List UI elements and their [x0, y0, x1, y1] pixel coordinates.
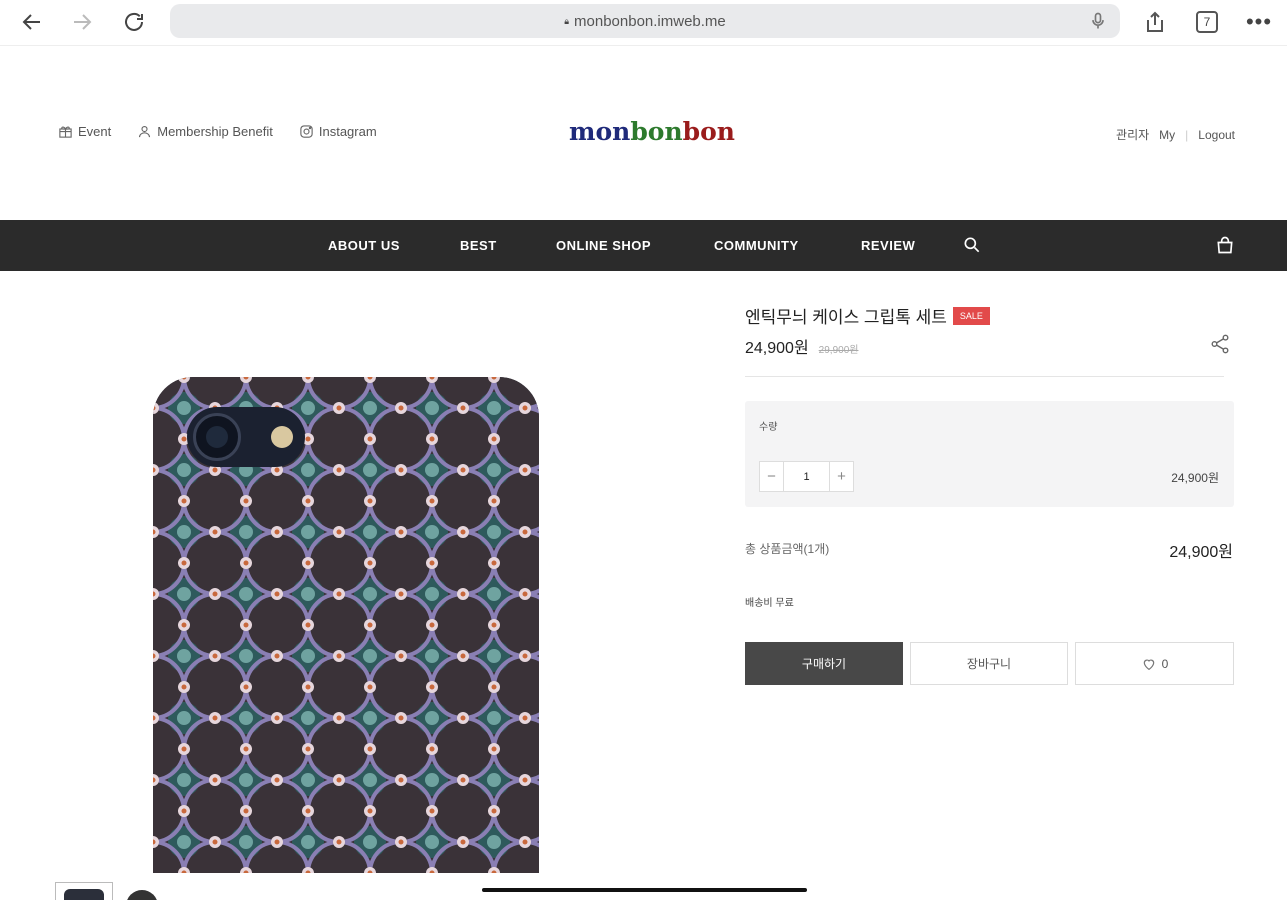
buy-now-label: 구매하기 [801, 657, 847, 671]
heart-icon [1143, 659, 1154, 670]
share-icon[interactable] [1209, 333, 1231, 355]
browser-toolbar: 🔒︎ monbonbon.imweb.me 7 ••• [0, 0, 1287, 46]
shopping-bag-icon[interactable] [1215, 235, 1235, 255]
tab-count: 7 [1196, 11, 1218, 33]
event-label: Event [78, 124, 112, 139]
nav-item-review[interactable]: REVIEW [861, 238, 915, 253]
reload-icon [125, 12, 143, 31]
quantity-stepper: − 1 + [759, 461, 854, 492]
reload-button[interactable] [120, 8, 148, 36]
logo-part-mon: mon [569, 117, 631, 146]
divider: | [1185, 127, 1189, 142]
user-icon [139, 125, 151, 138]
product-image[interactable] [153, 377, 539, 873]
url-text: monbonbon.imweb.me [574, 12, 726, 30]
instagram-icon [300, 125, 313, 138]
instagram-link[interactable]: Instagram [299, 124, 377, 139]
tabs-button[interactable]: 7 [1193, 8, 1221, 36]
sale-badge: SALE [952, 306, 990, 325]
nav-item-online-shop[interactable]: ONLINE SHOP [556, 238, 651, 253]
product-title: 엔틱무늬 케이스 그립톡 세트 SALE [745, 303, 990, 328]
logout-link[interactable]: Logout [1198, 128, 1235, 142]
decrease-quantity-button[interactable]: − [760, 462, 784, 491]
membership-benefit-link[interactable]: Membership Benefit [137, 124, 273, 139]
instagram-label: Instagram [318, 124, 377, 139]
nav-item-best[interactable]: BEST [460, 238, 497, 253]
section-divider [745, 376, 1224, 377]
forward-button[interactable] [68, 8, 96, 36]
increase-quantity-button[interactable]: + [829, 462, 853, 491]
quantity-option-box: 수량 − 1 + 24,900원 [745, 401, 1234, 507]
more-icon: ••• [1245, 9, 1273, 34]
admin-link[interactable]: 관리자 [1116, 126, 1149, 143]
nav-item-community[interactable]: COMMUNITY [714, 238, 799, 253]
quantity-label: 수량 [759, 422, 778, 433]
product-thumbnail-2[interactable] [126, 890, 158, 900]
search-icon[interactable] [962, 235, 982, 255]
home-indicator [482, 888, 807, 892]
membership-benefit-label: Membership Benefit [157, 124, 273, 139]
share-icon [1147, 11, 1163, 32]
shipping-info: 배송비 무료 [745, 598, 794, 609]
total-label: 총 상품금액(1개) [745, 542, 830, 556]
original-price: 29,900원 [818, 345, 859, 356]
product-title-text: 엔틱무늬 케이스 그립톡 세트 [745, 308, 947, 327]
camera-lens [193, 413, 241, 461]
price-row: 24,900원 29,900원 [745, 334, 858, 358]
camera-module [187, 407, 305, 467]
logo-part-bon2: bon [682, 117, 735, 146]
option-price: 24,900원 [1171, 471, 1219, 485]
camera-flash [271, 426, 293, 448]
lock-icon: 🔒︎ [564, 15, 570, 26]
arrow-left-icon [22, 14, 40, 30]
back-button[interactable] [18, 8, 46, 36]
quantity-input[interactable]: 1 [784, 462, 829, 491]
site-logo[interactable]: monbonbon [569, 117, 735, 146]
arrow-right-icon [74, 14, 92, 30]
add-to-cart-button[interactable]: 장바구니 [910, 642, 1068, 685]
main-navigation: ABOUT US BEST ONLINE SHOP COMMUNITY REVI… [0, 220, 1287, 271]
total-price: 24,900원 [1169, 544, 1233, 561]
header-utility-links: Event Membership Benefit Instagram [58, 124, 377, 139]
site-header: Event Membership Benefit Instagram monbo… [0, 47, 1287, 219]
buy-now-button[interactable]: 구매하기 [745, 642, 903, 685]
sale-price: 24,900원 [745, 340, 809, 357]
thumbnail-image [64, 889, 104, 900]
microphone-icon[interactable] [1088, 11, 1108, 31]
like-count: 0 [1161, 656, 1169, 671]
event-link[interactable]: Event [58, 124, 111, 139]
wishlist-button[interactable]: 0 [1075, 642, 1234, 685]
product-thumbnail[interactable] [55, 882, 113, 900]
my-link[interactable]: My [1159, 128, 1175, 142]
address-bar[interactable]: 🔒︎ monbonbon.imweb.me [170, 4, 1120, 38]
share-page-button[interactable] [1141, 8, 1169, 36]
nav-item-about-us[interactable]: ABOUT US [328, 238, 400, 253]
logo-part-bon1: bon [630, 117, 683, 146]
header-account-links: 관리자 My | Logout [1116, 126, 1235, 143]
more-menu-button[interactable]: ••• [1242, 8, 1276, 36]
add-to-cart-label: 장바구니 [966, 657, 1012, 671]
gift-icon [59, 126, 72, 138]
